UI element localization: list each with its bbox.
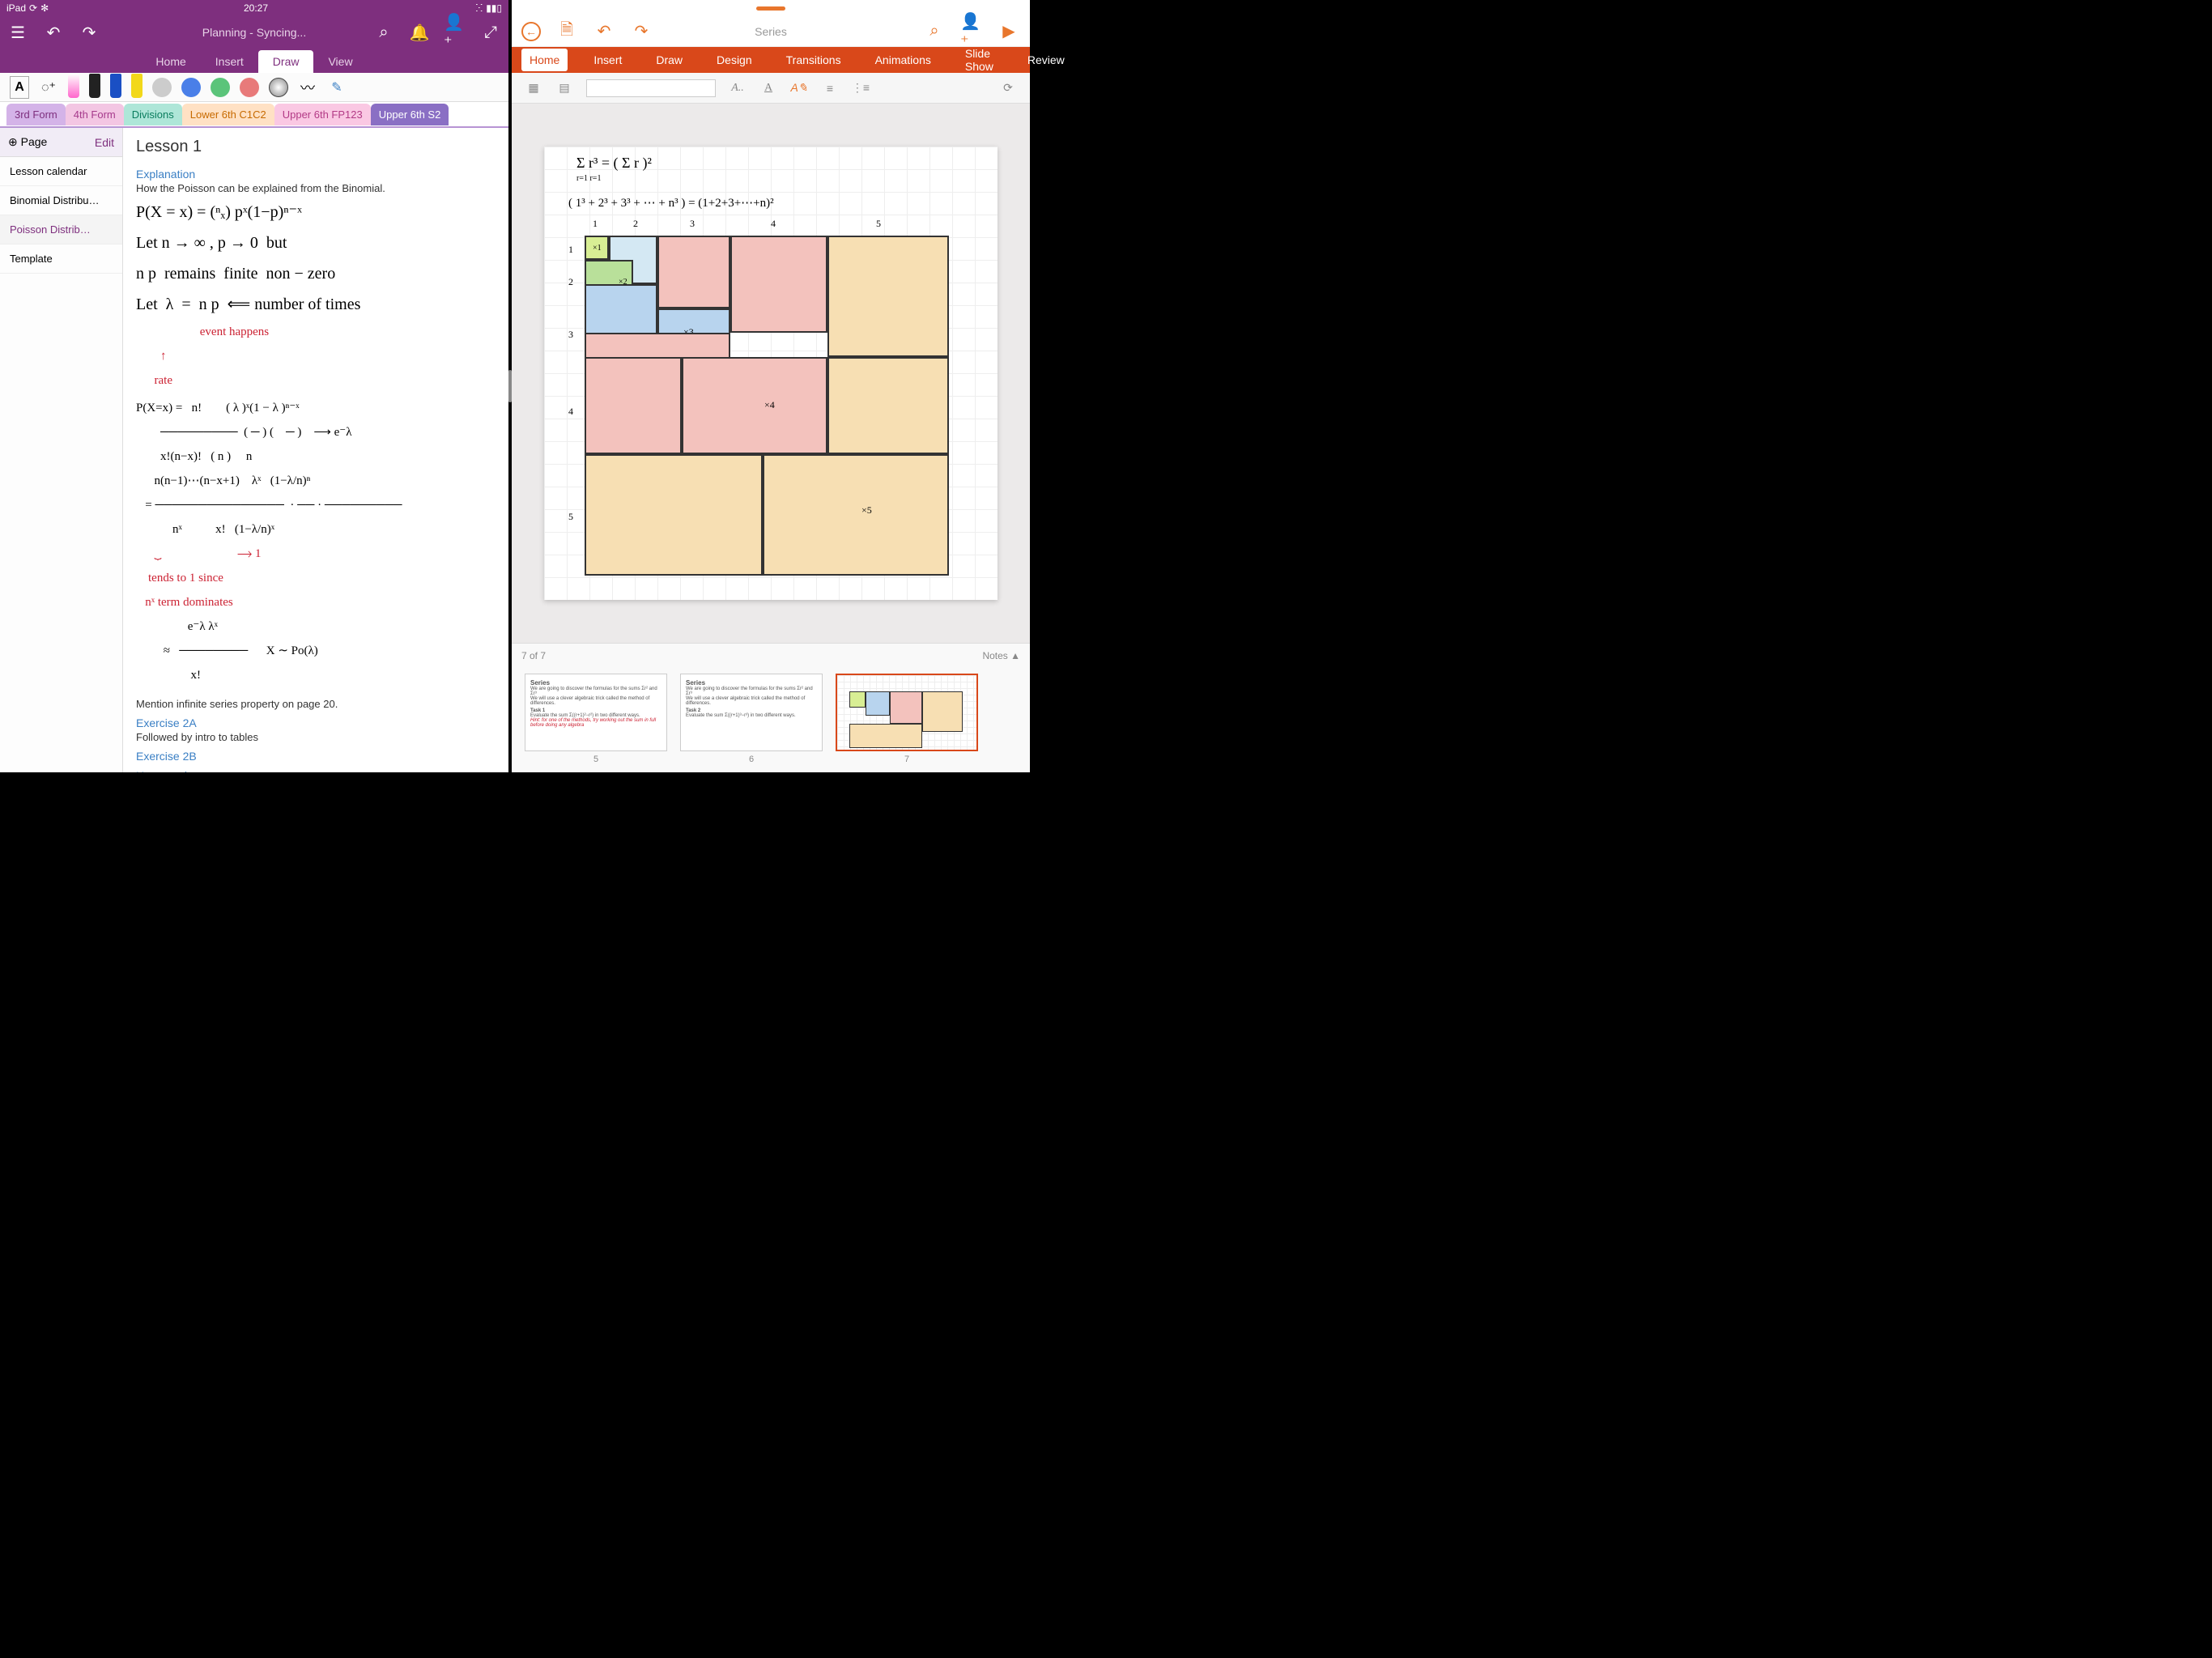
color-red[interactable]	[240, 78, 259, 97]
page-poisson[interactable]: Poisson Distrib…	[0, 215, 122, 244]
exercise-2a: Exercise 2A	[136, 716, 496, 729]
edit-pages-button[interactable]: Edit	[95, 136, 114, 149]
search-icon[interactable]: ⌕	[372, 21, 395, 44]
share-icon[interactable]: 👤⁺	[960, 20, 983, 43]
search-icon[interactable]: ⌕	[923, 20, 946, 43]
layout2-icon[interactable]: ▤	[555, 79, 573, 97]
present-icon[interactable]: ▶	[998, 20, 1020, 43]
section-tabs: 3rd Form 4th Form Divisions Lower 6th C1…	[0, 102, 508, 128]
pen-black[interactable]	[89, 74, 100, 98]
color-blue[interactable]	[181, 78, 201, 97]
exercise-2b: Exercise 2B	[136, 750, 496, 763]
onenote-pane: iPad ⟳ ✻ 20:27 ⵘ▮▮▯ ☰ ↶ ↷ Planning - Syn…	[0, 0, 508, 772]
tab-view[interactable]: View	[313, 50, 367, 73]
ink-to-shape-icon[interactable]: 〰	[298, 76, 317, 99]
page-binomial[interactable]: Binomial Distribu…	[0, 186, 122, 215]
pp-tab-draw[interactable]: Draw	[648, 49, 691, 71]
powerpoint-pane: ← 🗎 ↶ ↷ Series ⌕ 👤⁺ ▶ Home Insert Draw D…	[512, 0, 1030, 772]
tab-insert[interactable]: Insert	[201, 50, 258, 73]
section-3rd[interactable]: 3rd Form	[6, 104, 66, 125]
device-label: iPad	[6, 2, 26, 14]
section-u6fp[interactable]: Upper 6th FP123	[274, 104, 371, 125]
share-icon[interactable]: 👤⁺	[444, 21, 466, 44]
exercise-2a-sub: Followed by intro to tables	[136, 731, 496, 743]
redo-icon[interactable]: ↷	[630, 20, 653, 43]
pp-footer: 7 of 7 Notes ▲	[512, 643, 1030, 667]
handwriting-block-1: P(X = x) = (ⁿₓ) pˣ(1−p)ⁿ⁻ˣ Let n → ∞ , p…	[136, 199, 496, 390]
ios-status-bar: iPad ⟳ ✻ 20:27 ⵘ▮▮▯	[0, 0, 508, 16]
pp-home-ribbon: ▦ ▤ A.. A A✎ ≡ ⋮≡ ⟳	[512, 73, 1030, 104]
handwriting-block-2: P(X=x) = n! ( λ )ˣ(1 − λ )ⁿ⁻ˣ ───────── …	[136, 398, 496, 685]
slide-canvas[interactable]: Σ r³ = ( Σ r )² r=1 r=1 ( 1³ + 2³ + 3³ +…	[544, 147, 998, 600]
section-4th[interactable]: 4th Form	[66, 104, 124, 125]
formula-1: Σ r³ = ( Σ r )²	[576, 155, 652, 172]
add-page-button[interactable]: ⊕ Page	[8, 135, 47, 149]
pp-tab-design[interactable]: Design	[708, 49, 760, 71]
lasso-tool[interactable]: ◌⁺	[39, 76, 58, 99]
explanation-heading: Explanation	[136, 168, 496, 181]
pp-tab-insert[interactable]: Insert	[585, 49, 630, 71]
ink-to-math-icon[interactable]: ✎	[327, 76, 347, 99]
undo-icon[interactable]: ↶	[42, 21, 65, 44]
color-green[interactable]	[211, 78, 230, 97]
pp-tab-animations[interactable]: Animations	[867, 49, 939, 71]
color-wheel[interactable]	[269, 78, 288, 97]
font-style-icon[interactable]: A	[759, 79, 777, 97]
mention-text: Mention infinite series property on page…	[136, 698, 496, 710]
formula-2: ( 1³ + 2³ + 3³ + ⋯ + n³ ) = (1+2+3+⋯+n)²	[568, 195, 774, 210]
thumb-7[interactable]: 7	[836, 674, 978, 764]
font-size-icon[interactable]: A..	[729, 79, 747, 97]
eraser-tool[interactable]	[68, 74, 79, 98]
section-l6[interactable]: Lower 6th C1C2	[182, 104, 274, 125]
more-icon[interactable]: ⟳	[999, 79, 1017, 97]
pp-tab-transitions[interactable]: Transitions	[778, 49, 849, 71]
draw-toolbar: A ◌⁺ 〰 ✎	[0, 73, 508, 102]
redo-icon[interactable]: ↷	[78, 21, 100, 44]
page-template[interactable]: Template	[0, 244, 122, 274]
tab-home[interactable]: Home	[141, 50, 200, 73]
notes-toggle[interactable]: Notes ▲	[982, 650, 1020, 661]
layout-icon[interactable]: ▦	[525, 79, 542, 97]
section-div[interactable]: Divisions	[124, 104, 182, 125]
sq-1: ×1	[585, 236, 609, 260]
pp-drag-handle[interactable]	[512, 0, 1030, 16]
font-color-icon[interactable]: A✎	[790, 79, 808, 97]
tab-draw[interactable]: Draw	[258, 50, 314, 73]
slide-thumbnails: Series We are going to discover the form…	[512, 667, 1030, 772]
section-u6s2[interactable]: Upper 6th S2	[371, 104, 449, 125]
page-lesson-calendar[interactable]: Lesson calendar	[0, 157, 122, 186]
text-tool[interactable]: A	[10, 76, 29, 99]
thumb-5[interactable]: Series We are going to discover the form…	[525, 674, 667, 764]
battery-icon: ▮▮▯	[486, 2, 502, 14]
highlighter-yellow[interactable]	[131, 74, 143, 98]
homework-heading: Homework	[136, 769, 496, 772]
bell-icon[interactable]: 🔔	[408, 21, 431, 44]
numbering-icon[interactable]: ⋮≡	[852, 79, 870, 97]
bullets-icon[interactable]: ≡	[821, 79, 839, 97]
fullscreen-icon[interactable]: ⤢	[479, 21, 502, 44]
slide-editor[interactable]: Σ r³ = ( Σ r )² r=1 r=1 ( 1³ + 2³ + 3³ +…	[512, 104, 1030, 643]
slide-counter: 7 of 7	[521, 650, 546, 661]
bluetooth-icon: ⵘ	[475, 2, 483, 14]
file-icon[interactable]: 🗎	[555, 20, 578, 43]
font-selector[interactable]	[586, 79, 716, 97]
pp-tab-review[interactable]: Review	[1019, 49, 1073, 71]
pp-ribbon-tabs: Home Insert Draw Design Transitions Anim…	[512, 47, 1030, 73]
color-grey[interactable]	[152, 78, 172, 97]
onenote-header: ☰ ↶ ↷ Planning - Syncing... ⌕ 🔔 👤⁺ ⤢ Hom…	[0, 16, 508, 73]
page-title: Lesson 1	[136, 138, 496, 156]
pp-tab-home[interactable]: Home	[521, 49, 568, 71]
status-time: 20:27	[0, 2, 512, 14]
menu-icon[interactable]: ☰	[6, 21, 29, 44]
back-icon[interactable]: ←	[521, 22, 541, 41]
onenote-ribbon-tabs: Home Insert Draw View	[0, 49, 508, 73]
explanation-text: How the Poisson can be explained from th…	[136, 182, 496, 194]
note-canvas[interactable]: Lesson 1 Explanation How the Poisson can…	[123, 128, 508, 772]
pen-blue[interactable]	[110, 74, 121, 98]
undo-icon[interactable]: ↶	[593, 20, 615, 43]
sync-icon: ⟳	[29, 2, 37, 14]
page-list: ⊕ Page Edit Lesson calendar Binomial Dis…	[0, 128, 123, 772]
thumb-6[interactable]: Series We are going to discover the form…	[680, 674, 823, 764]
